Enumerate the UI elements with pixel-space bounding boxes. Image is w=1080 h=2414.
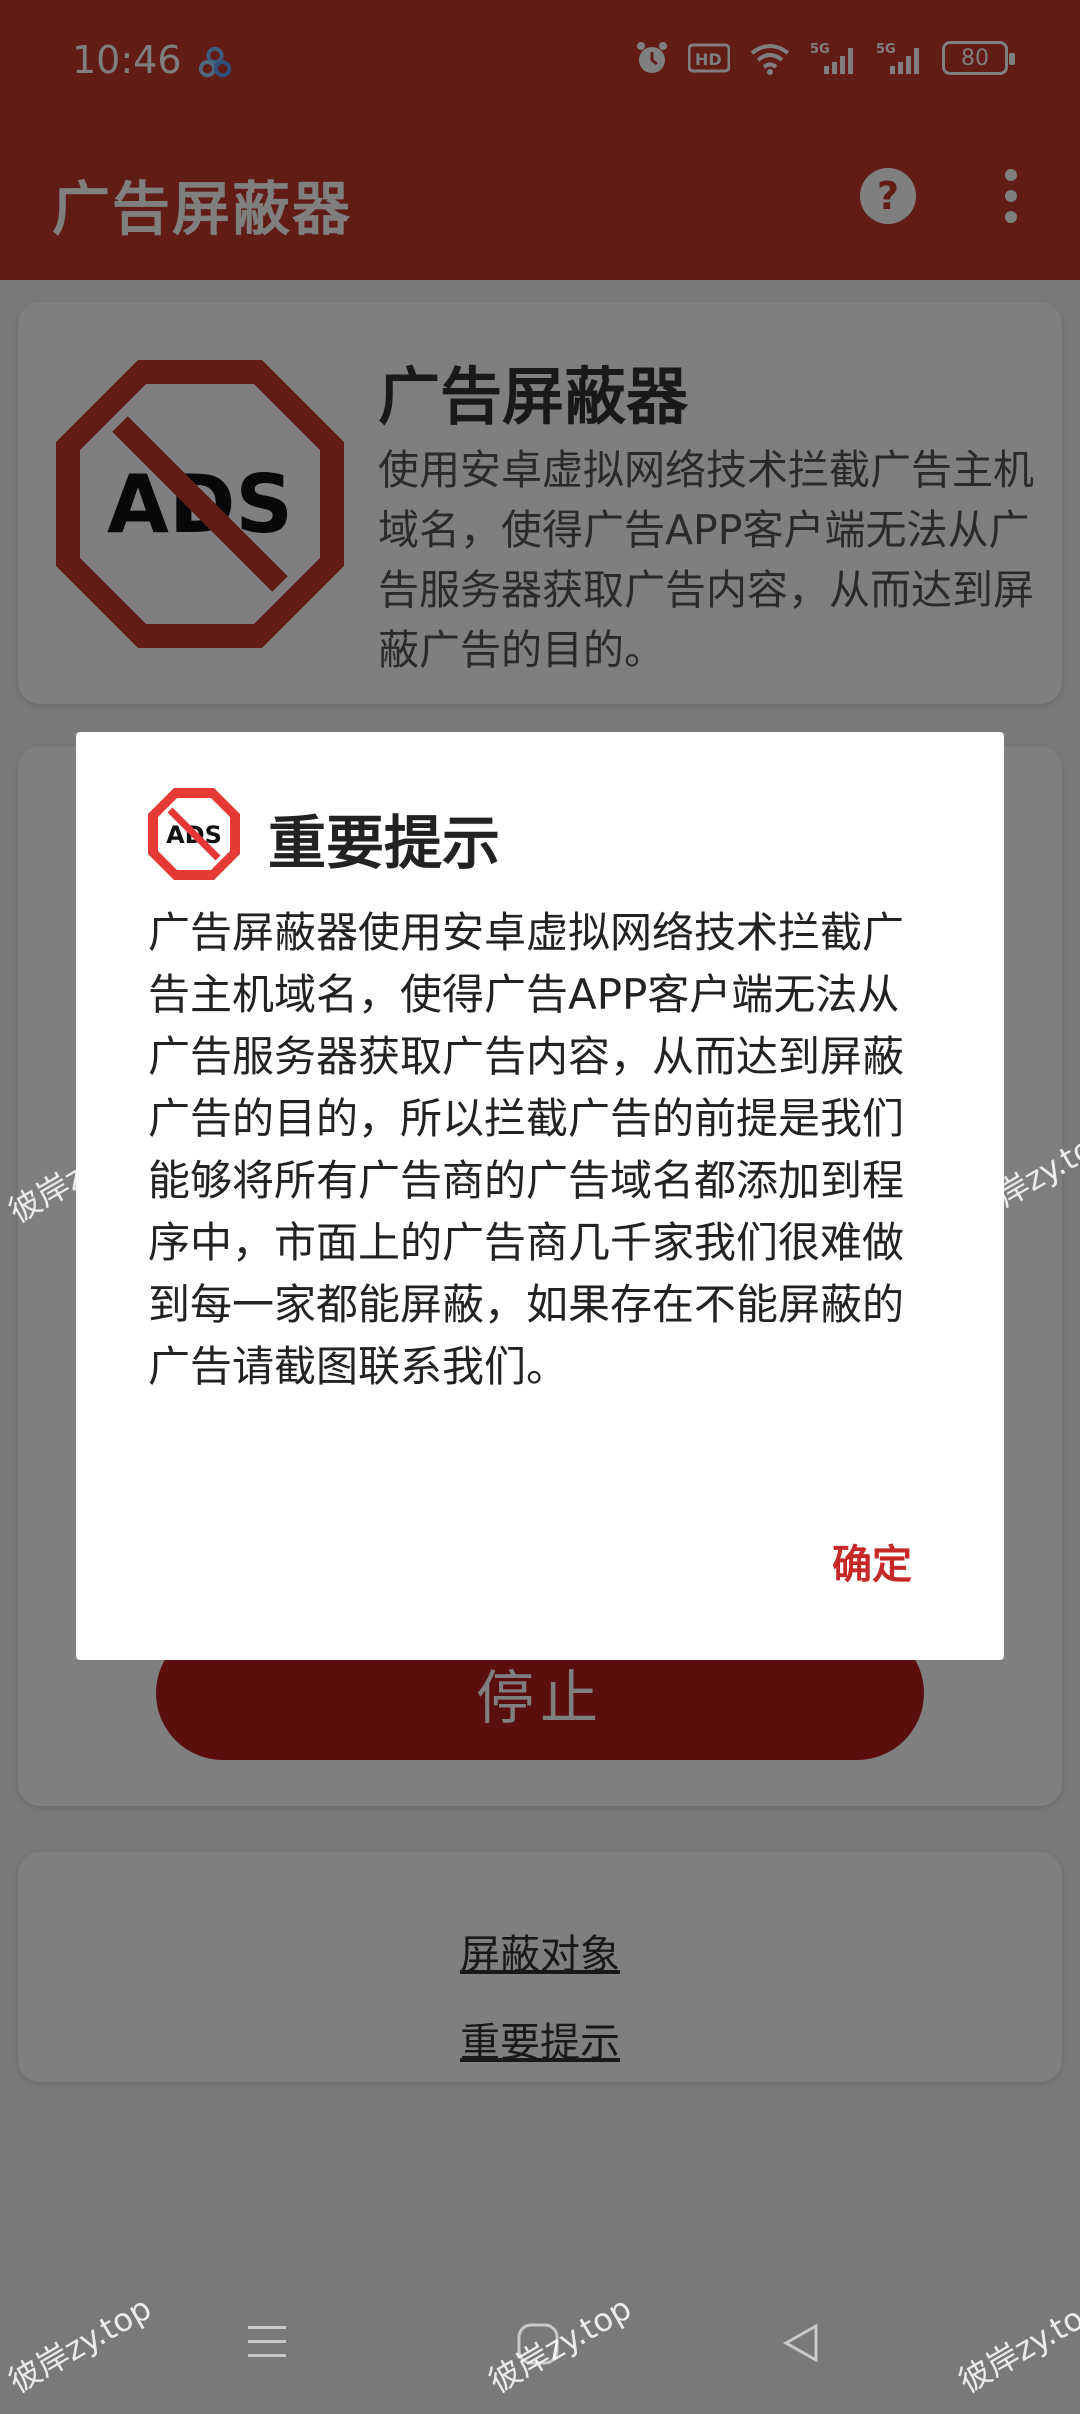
recent-apps-icon[interactable] — [246, 2322, 288, 2362]
dialog-title: 重要提示 — [268, 809, 501, 877]
ok-button[interactable]: 确定 — [832, 1532, 912, 1590]
important-notice-dialog: ADS 重要提示 广告屏蔽器使用安卓虚拟网络技术拦截广告主机域名，使得广告APP… — [76, 732, 1004, 1660]
dialog-body: 广告屏蔽器使用安卓虚拟网络技术拦截广告主机域名，使得广告APP客户端无法从广告服… — [148, 908, 905, 1391]
ads-block-icon: ADS — [148, 788, 240, 880]
back-icon[interactable] — [782, 2322, 820, 2364]
